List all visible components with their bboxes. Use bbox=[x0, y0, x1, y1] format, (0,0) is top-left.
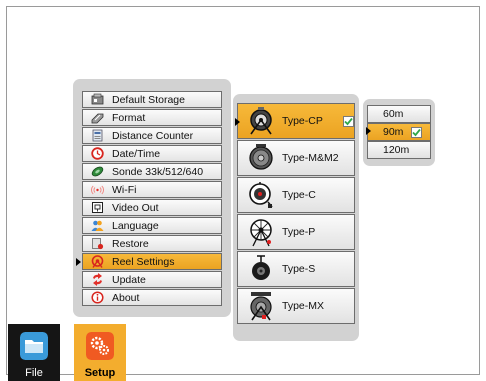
menu-item-label: Video Out bbox=[112, 201, 159, 214]
menu-item-label: Sonde 33k/512/640 bbox=[112, 165, 204, 178]
reel-mx-icon bbox=[250, 292, 272, 321]
reel-s-icon bbox=[252, 255, 270, 280]
length-item-label: 60m bbox=[383, 108, 404, 120]
reel-item-type-cp[interactable]: Type-CP bbox=[237, 103, 355, 139]
menu-item-label: Wi-Fi bbox=[112, 183, 137, 196]
reel-item-label: Type-C bbox=[282, 189, 316, 201]
length-item-60m[interactable]: 60m bbox=[367, 105, 431, 123]
storage-icon bbox=[91, 93, 104, 106]
language-icon bbox=[91, 219, 104, 232]
selected-check-icon bbox=[411, 126, 423, 138]
menu-item-video-out[interactable]: Video Out bbox=[82, 199, 222, 216]
reel-item-type-c[interactable]: Type-C bbox=[237, 177, 355, 213]
menu-item-label: Distance Counter bbox=[112, 129, 194, 142]
reel-p-icon bbox=[250, 219, 272, 247]
wifi-icon bbox=[91, 183, 104, 196]
menu-item-label: Reel Settings bbox=[112, 255, 175, 268]
menu-item-sonde[interactable]: Sonde 33k/512/640 bbox=[82, 163, 222, 180]
format-icon bbox=[91, 111, 104, 124]
update-icon bbox=[91, 273, 104, 286]
reel-item-type-m-m2[interactable]: Type-M&M2 bbox=[237, 140, 355, 176]
tab-file[interactable]: File bbox=[8, 324, 60, 381]
reel-icon bbox=[91, 255, 104, 268]
menu-item-about[interactable]: About bbox=[82, 289, 222, 306]
tab-setup[interactable]: Setup bbox=[74, 324, 126, 381]
menu-item-label: Update bbox=[112, 273, 146, 286]
menu-selection-arrow-icon bbox=[76, 258, 81, 266]
menu-item-update[interactable]: Update bbox=[82, 271, 222, 288]
settings-menu-panel: Default Storage Format Distance Counter … bbox=[73, 79, 231, 317]
cable-length-panel: 60m 90m 120m bbox=[363, 99, 435, 166]
length-selection-arrow-icon bbox=[366, 127, 371, 135]
reel-item-label: Type-P bbox=[282, 226, 316, 238]
restore-icon bbox=[91, 237, 104, 250]
counter-icon bbox=[91, 129, 104, 142]
menu-item-label: Language bbox=[112, 219, 159, 232]
menu-item-label: Default Storage bbox=[112, 93, 185, 106]
menu-item-restore[interactable]: Restore bbox=[82, 235, 222, 252]
selected-check-icon bbox=[342, 115, 354, 127]
folder-icon bbox=[20, 332, 48, 360]
reel-item-label: Type-M&M2 bbox=[282, 152, 339, 164]
clock-icon bbox=[91, 147, 104, 160]
menu-item-format[interactable]: Format bbox=[82, 109, 222, 126]
menu-item-language[interactable]: Language bbox=[82, 217, 222, 234]
length-item-120m[interactable]: 120m bbox=[367, 141, 431, 159]
tab-setup-label: Setup bbox=[84, 367, 116, 379]
menu-item-label: Format bbox=[112, 111, 146, 124]
reel-item-type-p[interactable]: Type-P bbox=[237, 214, 355, 250]
gears-icon bbox=[86, 332, 114, 360]
reel-c-icon bbox=[249, 182, 273, 208]
sonde-icon bbox=[91, 165, 104, 178]
reel-item-label: Type-CP bbox=[282, 115, 323, 127]
menu-item-distance-counter[interactable]: Distance Counter bbox=[82, 127, 222, 144]
reel-item-label: Type-S bbox=[282, 263, 316, 275]
menu-item-label: Restore bbox=[112, 237, 149, 250]
length-item-label: 90m bbox=[383, 126, 404, 138]
length-item-label: 120m bbox=[383, 144, 410, 156]
menu-item-label: Date/Time bbox=[112, 147, 161, 160]
reel-item-type-mx[interactable]: Type-MX bbox=[237, 288, 355, 324]
menu-item-reel-settings[interactable]: Reel Settings bbox=[82, 253, 222, 270]
menu-item-label: About bbox=[112, 291, 140, 304]
reel-item-type-s[interactable]: Type-S bbox=[237, 251, 355, 287]
menu-item-default-storage[interactable]: Default Storage bbox=[82, 91, 222, 108]
info-icon bbox=[91, 291, 104, 304]
reel-item-label: Type-MX bbox=[282, 300, 325, 312]
length-item-90m[interactable]: 90m bbox=[367, 123, 431, 141]
menu-item-wifi[interactable]: Wi-Fi bbox=[82, 181, 222, 198]
reel-m-m2-icon bbox=[249, 144, 273, 170]
reel-cp-icon bbox=[250, 107, 272, 135]
reel-selection-arrow-icon bbox=[235, 118, 240, 126]
menu-item-date-time[interactable]: Date/Time bbox=[82, 145, 222, 162]
reel-type-panel: Type-CP Type-M&M2 Type-C Type-P Type-S T… bbox=[233, 94, 359, 341]
video-out-icon bbox=[91, 201, 104, 214]
tab-file-label: File bbox=[25, 367, 43, 379]
